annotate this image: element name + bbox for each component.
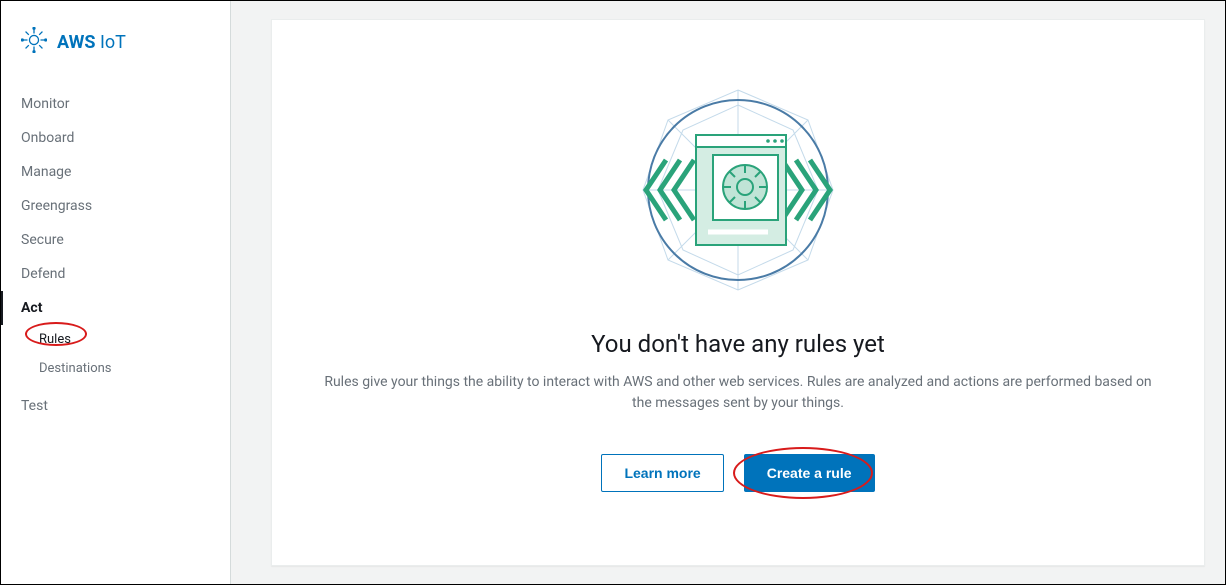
create-rule-button[interactable]: Create a rule bbox=[744, 454, 875, 492]
aws-iot-icon bbox=[21, 27, 47, 57]
learn-more-button[interactable]: Learn more bbox=[601, 454, 723, 492]
sidebar-subitem-rules-label: Rules bbox=[39, 332, 71, 347]
brand-text: AWS IoT bbox=[57, 32, 126, 53]
sidebar-item-defend[interactable]: Defend bbox=[1, 257, 230, 291]
empty-state-actions: Learn more Create a rule bbox=[601, 454, 874, 492]
rules-illustration-icon bbox=[628, 80, 848, 300]
sidebar-item-act[interactable]: Act bbox=[1, 291, 230, 325]
sidebar-item-monitor[interactable]: Monitor bbox=[1, 87, 230, 121]
brand[interactable]: AWS IoT bbox=[1, 19, 230, 87]
sidebar-item-secure[interactable]: Secure bbox=[1, 223, 230, 257]
create-rule-button-label: Create a rule bbox=[767, 465, 852, 481]
sidebar-subitem-destinations[interactable]: Destinations bbox=[1, 354, 230, 383]
sidebar-gap bbox=[231, 1, 271, 584]
sidebar-subitem-rules[interactable]: Rules bbox=[1, 325, 230, 354]
sidebar: AWS IoT Monitor Onboard Manage Greengras… bbox=[1, 1, 231, 584]
nav: Monitor Onboard Manage Greengrass Secure… bbox=[1, 87, 230, 423]
sidebar-item-greengrass[interactable]: Greengrass bbox=[1, 189, 230, 223]
sidebar-item-test[interactable]: Test bbox=[1, 389, 230, 423]
sidebar-item-manage[interactable]: Manage bbox=[1, 155, 230, 189]
empty-state-panel: You don't have any rules yet Rules give … bbox=[271, 19, 1205, 566]
main-content: You don't have any rules yet Rules give … bbox=[271, 1, 1225, 584]
empty-state-description: Rules give your things the ability to in… bbox=[318, 372, 1158, 414]
empty-state-title: You don't have any rules yet bbox=[591, 330, 885, 358]
sidebar-item-onboard[interactable]: Onboard bbox=[1, 121, 230, 155]
